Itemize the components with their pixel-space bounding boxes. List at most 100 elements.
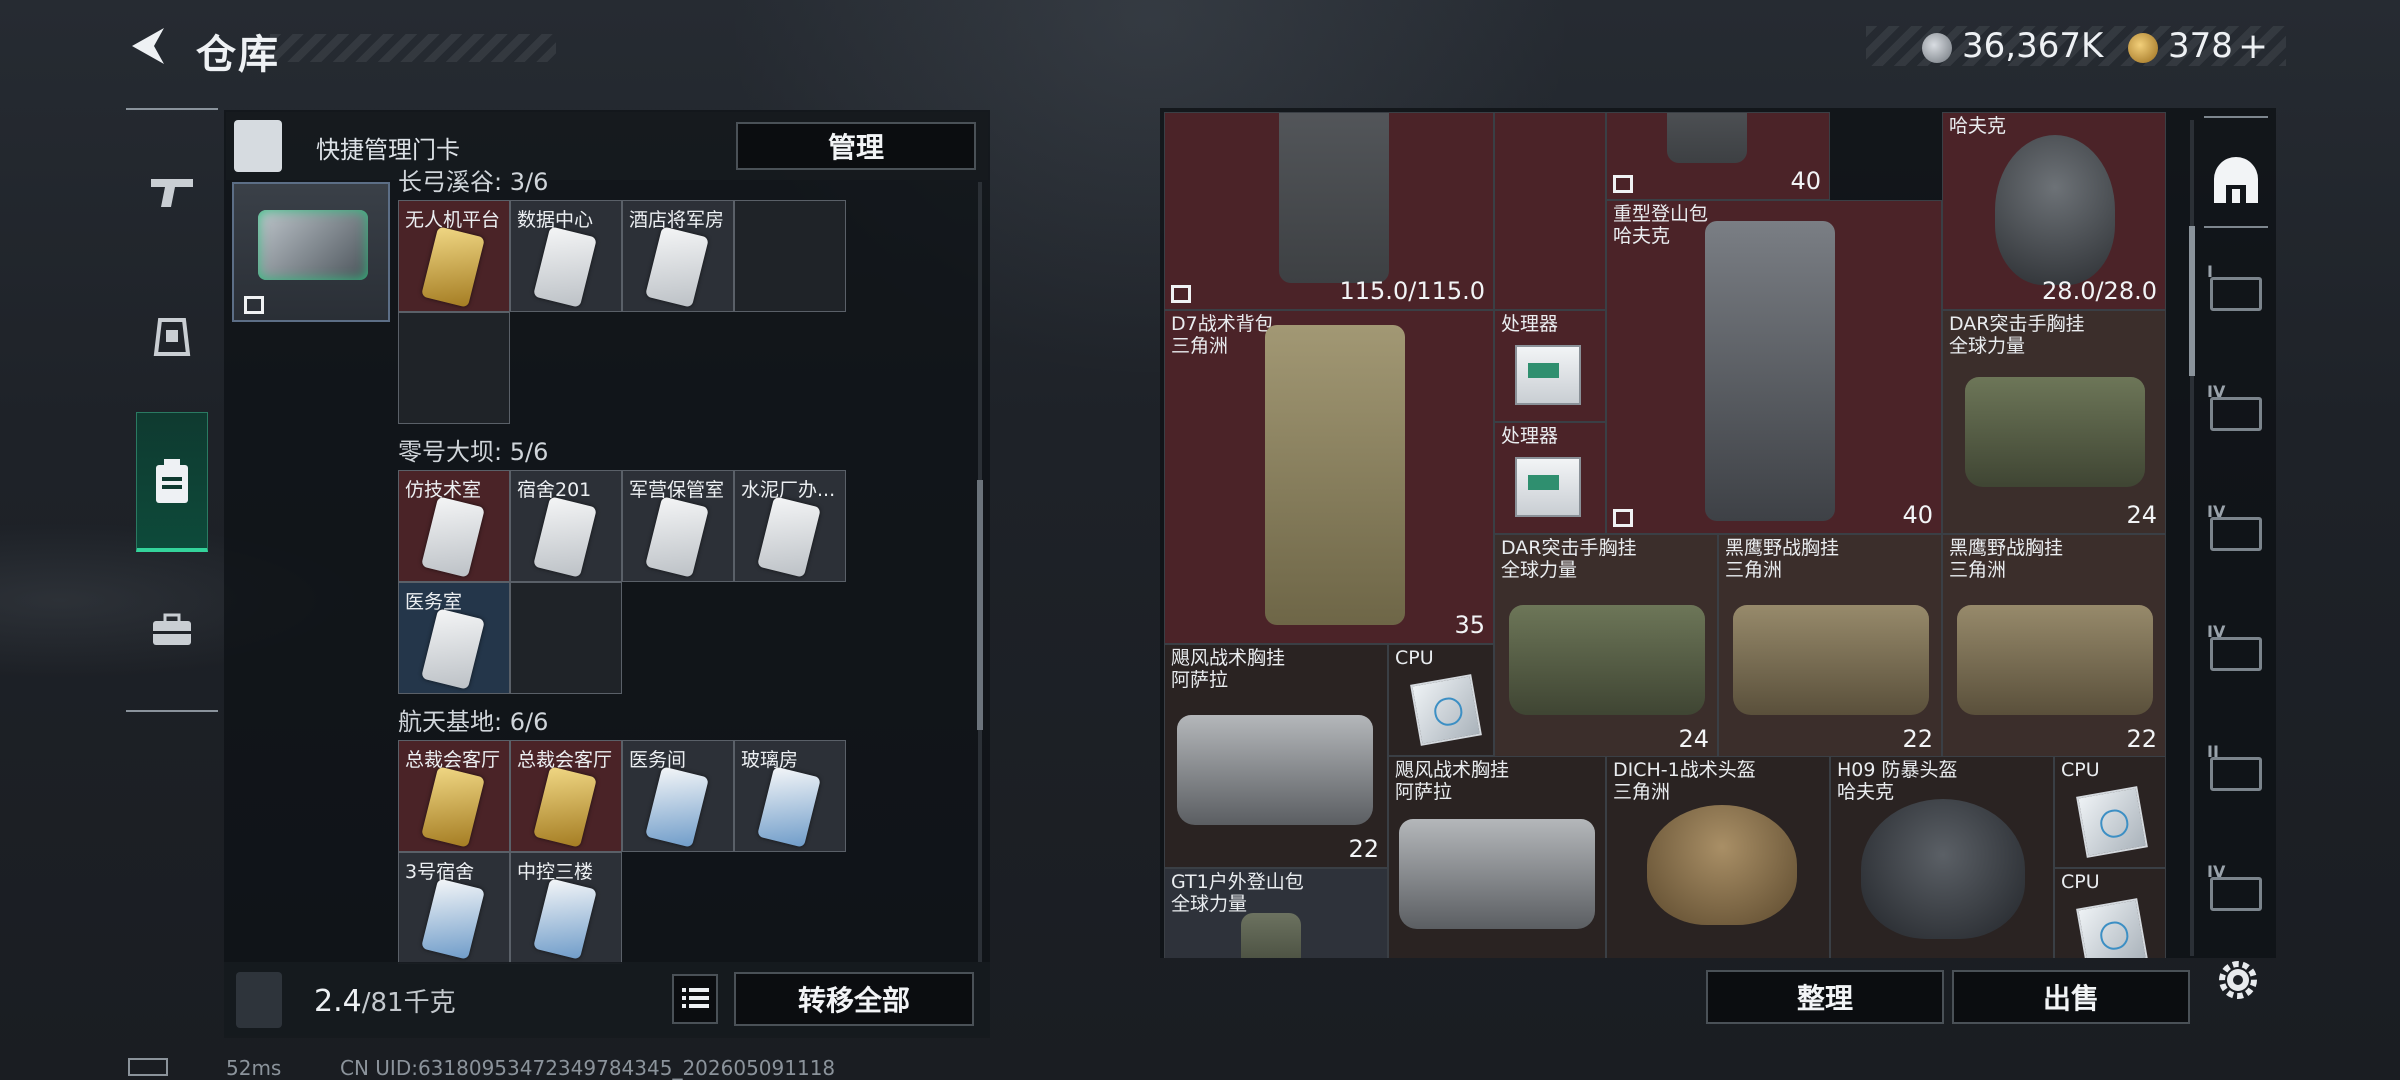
keycard-image [421, 766, 485, 848]
tidy-button[interactable]: 整理 [1706, 970, 1944, 1024]
cpu-item[interactable]: CPU [2054, 756, 2166, 868]
item-name: GT1户外登山包 全球力量 [1171, 871, 1304, 915]
keycard-slot[interactable]: 总裁会客厅 [398, 740, 510, 852]
tab-stash-6[interactable]: IV [2204, 862, 2268, 926]
keycard-image [421, 226, 485, 308]
stash-grid: 115.0/115.0 40 哈夫克 28.0/28.0 重型登山包 哈夫克 40… [1164, 112, 2178, 958]
blackhawk-vest-item[interactable]: 黑鹰野战胸挂 三角洲 22 [1718, 534, 1942, 758]
empty-keycard-slot[interactable] [398, 312, 510, 424]
empty-keycard-slot[interactable] [510, 582, 622, 694]
sell-button[interactable]: 出售 [1952, 970, 2190, 1024]
tab-stash-3[interactable]: IV [2204, 502, 2268, 566]
keycard-label: 3号宿舍 [405, 861, 475, 883]
vest-image [1399, 819, 1595, 929]
item-name: 黑鹰野战胸挂 三角洲 [1949, 537, 2064, 581]
cpu-item[interactable]: CPU [2054, 868, 2166, 958]
keycard-scrollbar-thumb[interactable] [977, 480, 983, 730]
tab-stash-4[interactable]: IV [2204, 622, 2268, 686]
item-qty: 22 [1902, 725, 1933, 753]
cpu-item[interactable]: CPU [1388, 644, 1494, 756]
d7-pack-item[interactable]: D7战术背包 三角洲 35 [1164, 310, 1494, 644]
blackhawk-vest-item[interactable]: 黑鹰野战胸挂 三角洲 22 [1942, 534, 2166, 758]
helmet-item-top[interactable]: 哈夫克 28.0/28.0 [1942, 112, 2166, 310]
keycard-image [533, 496, 597, 578]
heavy-pack-item[interactable]: 重型登山包 哈夫克 40 [1606, 200, 1942, 534]
processor-item[interactable]: 处理器 [1494, 310, 1606, 422]
keycard-slot[interactable]: 中控三楼 [510, 852, 622, 964]
keycard-manage-icon [234, 120, 282, 172]
stash-scrollbar-thumb[interactable] [2189, 226, 2195, 376]
keycard-label: 数据中心 [517, 209, 594, 231]
keycard-slot[interactable]: 水泥厂办... [734, 470, 846, 582]
stash-page-label: IV [2207, 622, 2226, 641]
stash-page-label: II [2207, 742, 2219, 761]
manage-button[interactable]: 管理 [736, 122, 976, 170]
item-name: 飓风战术胸挂 阿萨拉 [1171, 647, 1286, 691]
keycard-image [533, 766, 597, 848]
keycard-slot[interactable]: 3号宿舍 [398, 852, 510, 964]
keycard-slot[interactable]: 酒店将军房 [622, 200, 734, 312]
keycard-slot[interactable]: 玻璃房 [734, 740, 846, 852]
keycard-image [645, 766, 709, 848]
stash-page-label: IV [2207, 382, 2226, 401]
keycard-panel-title: 快捷管理门卡 [316, 136, 460, 164]
ping-readout: 52ms [226, 1056, 282, 1080]
dich-helmet-item[interactable]: DICH-1战术头盔 三角洲 [1606, 756, 1830, 958]
settings-gear-icon[interactable] [2210, 952, 2266, 1008]
item-name: 黑鹰野战胸挂 三角洲 [1725, 537, 1840, 581]
item-partial-top[interactable]: 40 [1606, 112, 1830, 200]
processor-item[interactable]: 处理器 [1494, 422, 1606, 534]
selected-keycard-slot[interactable] [232, 182, 390, 322]
empty-slot[interactable] [1494, 112, 1606, 310]
lock-icon [244, 296, 264, 314]
keycard-slot[interactable]: 仿技术室 [398, 470, 510, 582]
gold-coin-icon [2128, 33, 2158, 63]
list-view-button[interactable] [672, 974, 718, 1024]
processor-image [1515, 457, 1581, 517]
gun-icon [151, 179, 193, 207]
stash-page-icon: IV [2207, 382, 2262, 431]
processor-image [1515, 345, 1581, 405]
h09-helmet-item[interactable]: H09 防暴头盔 哈夫克 [1830, 756, 2054, 958]
keycard-slot[interactable]: 军营保管室 [622, 470, 734, 582]
empty-keycard-slot[interactable] [734, 200, 846, 312]
tab-weapons[interactable] [136, 156, 208, 228]
keycard-label: 中控三楼 [517, 861, 594, 883]
keycard-slot[interactable]: 医务室 [398, 582, 510, 694]
tab-stash-1[interactable]: I [2204, 262, 2268, 326]
keycard-image [258, 210, 368, 280]
keycard-slot[interactable]: 总裁会客厅 [510, 740, 622, 852]
backpack-image [1705, 221, 1835, 521]
item-qty: 35 [1454, 611, 1485, 639]
tab-stash-5[interactable]: II [2204, 742, 2268, 806]
gt1-pack-item[interactable]: GT1户外登山包 全球力量 [1164, 868, 1388, 958]
stash-home-icon [2214, 157, 2258, 203]
keycard-slot[interactable]: 宿舍201 [510, 470, 622, 582]
keycard-image [645, 496, 709, 578]
backpack-item-top[interactable]: 115.0/115.0 [1164, 112, 1494, 310]
keycard-slot[interactable]: 数据中心 [510, 200, 622, 312]
item-durability: 28.0/28.0 [2042, 277, 2157, 305]
tab-toolbox[interactable] [136, 594, 208, 666]
no-insure-icon [1613, 175, 1633, 193]
title-stripe [270, 34, 556, 62]
tab-equipment[interactable] [136, 300, 208, 372]
keycard-label: 水泥厂办... [741, 479, 836, 501]
cpu-image [2076, 898, 2148, 958]
keycard-image [757, 496, 821, 578]
dar-vest-item[interactable]: DAR突击手胸挂 全球力量 24 [1494, 534, 1718, 758]
cyclone-vest-item[interactable]: 飓风战术胸挂 阿萨拉 22 [1164, 644, 1388, 868]
keycard-slot[interactable]: 医务间 [622, 740, 734, 852]
transfer-all-button[interactable]: 转移全部 [734, 972, 974, 1026]
cyclone-vest-item[interactable]: 飓风战术胸挂 阿萨拉 [1388, 756, 1606, 958]
add-currency-button[interactable]: + [2238, 26, 2268, 67]
item-name: CPU [2061, 759, 2100, 781]
keycard-slot[interactable]: 无人机平台 [398, 200, 510, 312]
keycard-label: 医务间 [629, 749, 687, 771]
item-qty: 24 [1678, 725, 1709, 753]
tab-stash-home[interactable] [2204, 148, 2268, 212]
tab-stash-2[interactable]: IV [2204, 382, 2268, 446]
vest-image [1177, 715, 1373, 825]
back-arrow-icon[interactable] [124, 22, 172, 70]
dar-vest-item[interactable]: DAR突击手胸挂 全球力量 24 [1942, 310, 2166, 534]
